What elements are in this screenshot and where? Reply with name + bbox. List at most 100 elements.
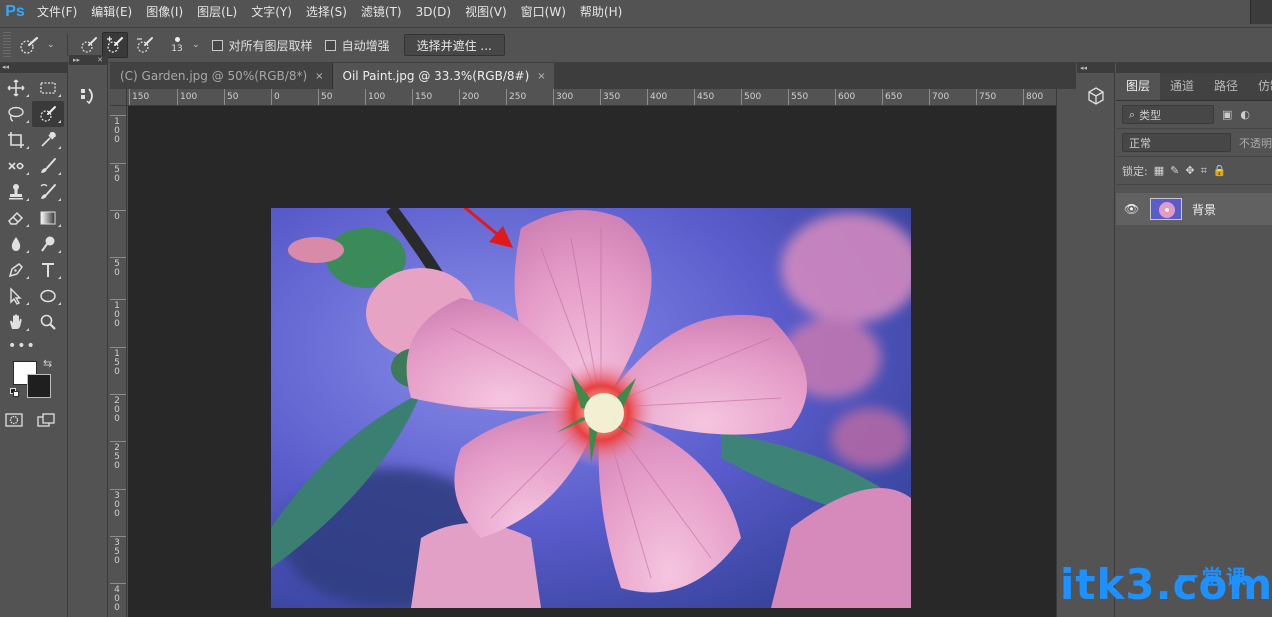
quick-selection-tool[interactable] <box>32 101 64 127</box>
gradient-tool[interactable] <box>32 205 64 231</box>
ruler-label: 600 <box>834 89 856 105</box>
zoom-tool[interactable] <box>32 309 64 335</box>
default-colors-icon[interactable] <box>10 388 19 397</box>
checkbox-box[interactable] <box>324 39 336 51</box>
brush-tool[interactable] <box>32 153 64 179</box>
type-tool[interactable] <box>32 257 64 283</box>
ruler-label: 100 <box>176 89 198 105</box>
dodge-tool[interactable] <box>32 231 64 257</box>
3d-panel-button[interactable] <box>1085 85 1107 107</box>
new-selection-brush-icon <box>81 37 97 53</box>
stamp-icon <box>9 184 23 200</box>
ruler-label: 300 <box>552 89 574 105</box>
more-tools-icon[interactable]: ••• <box>0 335 67 357</box>
menu-layer[interactable]: 图层(L) <box>190 0 244 24</box>
lock-position-icon[interactable]: ✥ <box>1185 164 1194 177</box>
menu-filter[interactable]: 滤镜(T) <box>354 0 409 24</box>
eye-icon[interactable]: 👁 <box>1124 202 1140 216</box>
image-filter-icon[interactable]: ▣ <box>1222 108 1232 121</box>
ruler-label: 750 <box>975 89 997 105</box>
layer-filter-select[interactable]: ⌕ 类型 <box>1122 105 1214 124</box>
layers-panel-tabs: 图层 通道 路径 仿制 <box>1116 73 1272 101</box>
healing-brush-tool[interactable] <box>0 153 32 179</box>
sample-all-layers-checkbox[interactable]: 对所有图层取样 <box>211 37 313 54</box>
canvas-workspace[interactable] <box>128 106 1056 617</box>
crop-tool[interactable] <box>0 127 32 153</box>
ruler-label: 150 <box>128 89 150 105</box>
clone-stamp-tool[interactable] <box>0 179 32 205</box>
background-color-swatch[interactable] <box>27 374 51 398</box>
lock-artboard-icon[interactable]: ⌗ <box>1201 164 1207 178</box>
ruler-label: 550 <box>787 89 809 105</box>
tab-garden[interactable]: (C) Garden.jpg @ 50%(RGB/8*) × <box>110 63 333 89</box>
close-icon[interactable]: × <box>315 71 323 82</box>
layer-filter-value: 类型 <box>1139 108 1162 122</box>
tab-channels[interactable]: 通道 <box>1160 73 1204 100</box>
adjustment-filter-icon[interactable]: ◐ <box>1240 108 1250 121</box>
lock-all-icon[interactable]: 🔒 <box>1213 164 1227 177</box>
window-controls[interactable] <box>1250 0 1272 24</box>
menu-file[interactable]: 文件(F) <box>30 0 84 24</box>
marquee-tool[interactable] <box>32 75 64 101</box>
quick-mask-button[interactable] <box>4 411 24 429</box>
options-bar: ⌄ 13 ⌄ 对所有图层取样 自动增强 选择并遮住 ... <box>0 27 1272 63</box>
layer-name: 背景 <box>1192 202 1217 217</box>
ruler-label: 650 <box>881 89 903 105</box>
ruler-label: 0 <box>110 210 126 222</box>
chevron-down-icon[interactable]: ⌄ <box>192 40 200 50</box>
subtract-from-selection-button[interactable] <box>132 32 158 58</box>
menu-image[interactable]: 图像(I) <box>139 0 190 24</box>
menu-window[interactable]: 窗口(W) <box>514 0 573 24</box>
menu-select[interactable]: 选择(S) <box>299 0 354 24</box>
expand-panel-icon[interactable]: ◂◂ <box>1077 63 1114 73</box>
vertical-ruler[interactable]: 100 50 0 50 100 150 200 250 300 350 400 <box>110 106 127 617</box>
blend-mode-select[interactable]: 正常 <box>1122 133 1231 152</box>
tab-clone-source[interactable]: 仿制 <box>1248 73 1272 100</box>
hand-tool[interactable] <box>0 309 32 335</box>
ruler-origin[interactable] <box>110 89 127 106</box>
lock-pixels-icon[interactable]: ✎ <box>1170 164 1179 177</box>
brush-tip-icon <box>174 36 180 42</box>
options-bar-grip[interactable] <box>3 32 11 58</box>
history-brush-tool[interactable] <box>32 179 64 205</box>
brush-size-picker[interactable]: 13 <box>166 36 188 54</box>
tab-oil-paint[interactable]: Oil Paint.jpg @ 33.3%(RGB/8#) × <box>332 63 554 89</box>
menu-type[interactable]: 文字(Y) <box>244 0 299 24</box>
expand-panel-icon[interactable]: ▸▸ <box>73 55 80 65</box>
blur-tool[interactable] <box>0 231 32 257</box>
checkbox-box[interactable] <box>211 39 223 51</box>
menu-edit[interactable]: 编辑(E) <box>84 0 139 24</box>
menu-view[interactable]: 视图(V) <box>458 0 514 24</box>
color-swatches: ⇆ <box>0 357 67 407</box>
add-to-selection-brush-icon <box>107 36 123 53</box>
tab-layers[interactable]: 图层 <box>1116 73 1161 100</box>
swap-colors-icon[interactable]: ⇆ <box>43 357 52 370</box>
horizontal-ruler[interactable]: 150 100 50 0 50 100 150 200 250 300 350 … <box>110 89 1056 106</box>
history-panel-button[interactable] <box>75 83 101 109</box>
auto-enhance-checkbox[interactable]: 自动增强 <box>324 37 390 54</box>
menu-3d[interactable]: 3D(D) <box>409 0 458 24</box>
panel-collapse-icon[interactable]: ◂◂ <box>0 63 67 73</box>
lock-transparency-icon[interactable]: ▦ <box>1154 164 1164 177</box>
layer-row-background[interactable]: 👁 背景 <box>1116 193 1272 225</box>
move-tool[interactable] <box>0 75 32 101</box>
document-image[interactable] <box>271 208 911 608</box>
lasso-tool[interactable] <box>0 101 32 127</box>
close-icon[interactable]: × <box>537 71 545 82</box>
close-panel-icon[interactable]: ✕ <box>97 55 103 65</box>
select-and-mask-button[interactable]: 选择并遮住 ... <box>403 34 505 56</box>
ruler-label: 400 <box>110 583 126 613</box>
ellipse-tool[interactable] <box>32 283 64 309</box>
tool-preset-picker[interactable]: ⌄ <box>19 35 59 55</box>
pen-tool[interactable] <box>0 257 32 283</box>
history-icon <box>81 88 93 105</box>
tab-paths[interactable]: 路径 <box>1204 73 1248 100</box>
menu-help[interactable]: 帮助(H) <box>573 0 629 24</box>
eyedropper-tool[interactable] <box>32 127 64 153</box>
vertical-scrollbar[interactable] <box>1056 89 1076 617</box>
ruler-label: 700 <box>928 89 950 105</box>
path-selection-tool[interactable] <box>0 283 32 309</box>
eraser-tool[interactable] <box>0 205 32 231</box>
screen-mode-button[interactable] <box>36 411 56 429</box>
panel-header[interactable] <box>1116 63 1272 73</box>
